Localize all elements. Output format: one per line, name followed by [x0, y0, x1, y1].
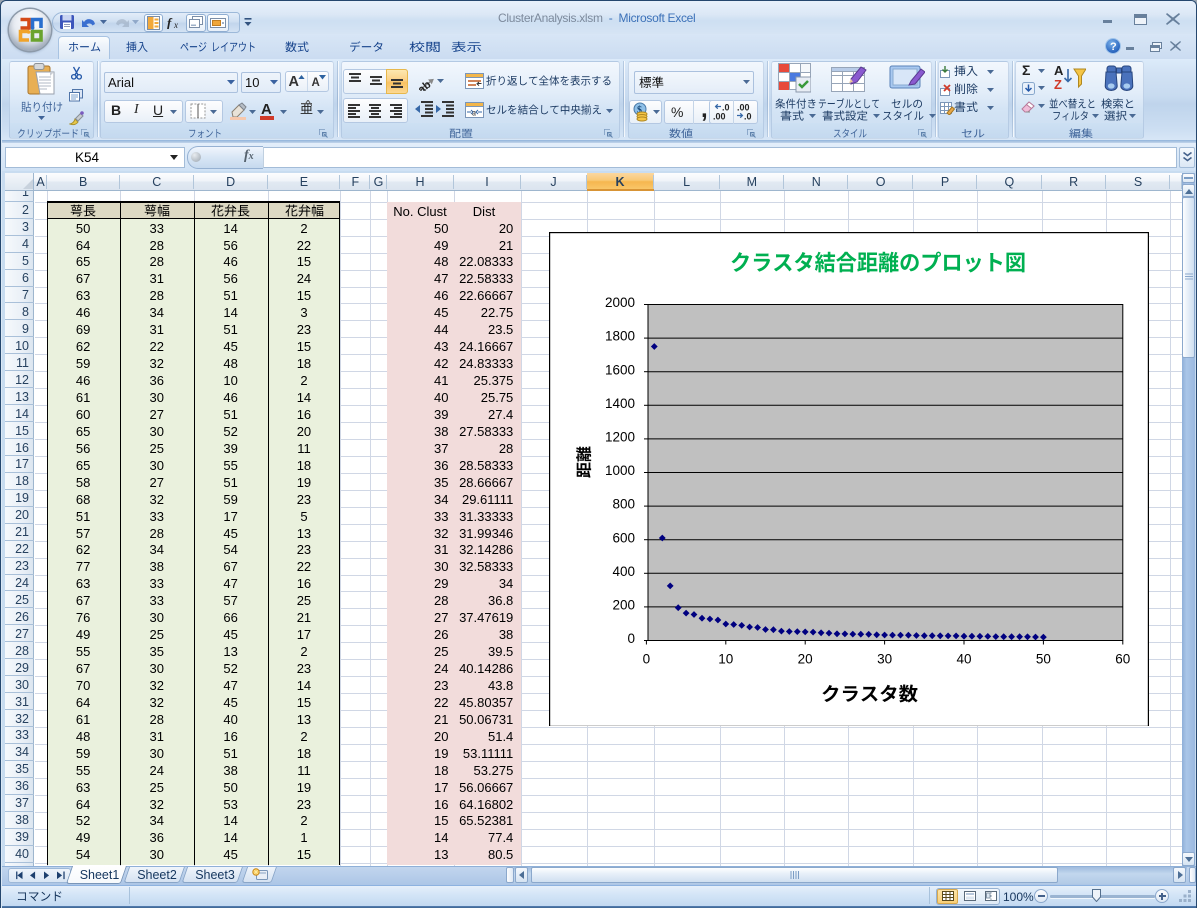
svg-text:400: 400: [612, 564, 635, 579]
svg-text:x: x: [173, 20, 178, 29]
svg-text:1800: 1800: [605, 329, 635, 344]
svg-text:1200: 1200: [605, 430, 635, 445]
svg-text:a: a: [472, 108, 476, 118]
svg-text:.0: .0: [744, 112, 752, 122]
svg-text:30: 30: [877, 652, 892, 667]
svg-text:0: 0: [627, 631, 635, 646]
svg-text:200: 200: [612, 598, 635, 613]
svg-text:1600: 1600: [605, 362, 635, 377]
svg-text:800: 800: [612, 497, 635, 512]
svg-text:40: 40: [956, 652, 971, 667]
svg-text:.00: .00: [713, 112, 726, 122]
svg-text:10: 10: [718, 652, 733, 667]
svg-text:20: 20: [798, 652, 813, 667]
svg-text:1000: 1000: [605, 463, 635, 478]
svg-text:2000: 2000: [605, 295, 635, 310]
svg-text:f: f: [167, 17, 173, 29]
svg-text:50: 50: [1036, 652, 1051, 667]
svg-text:Z: Z: [1054, 77, 1062, 92]
svg-text:1400: 1400: [605, 396, 635, 411]
svg-text:60: 60: [1115, 652, 1130, 667]
svg-text:0: 0: [643, 652, 651, 667]
svg-text:A: A: [1054, 63, 1064, 78]
svg-text:600: 600: [612, 530, 635, 545]
